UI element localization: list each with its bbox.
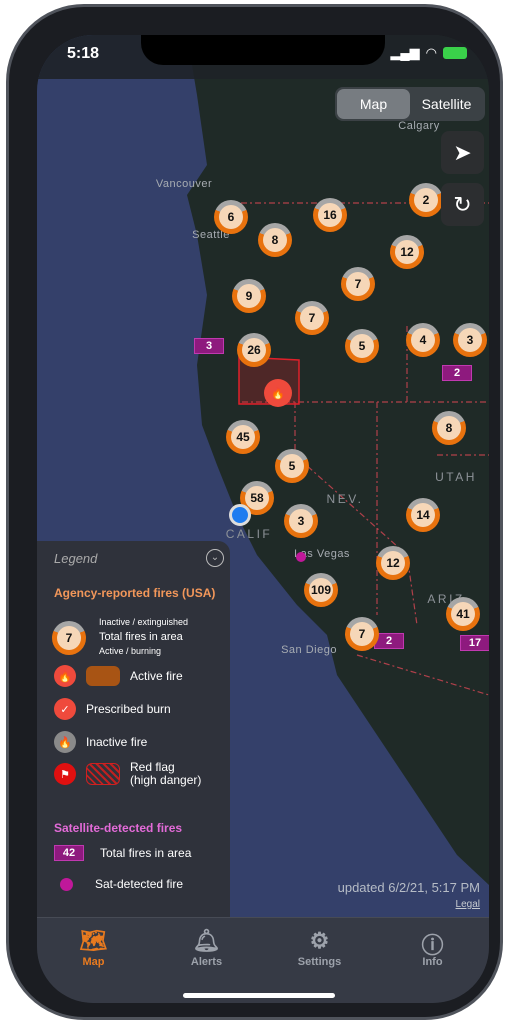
clock: 5:18 xyxy=(67,45,100,62)
sat-cluster[interactable]: 17 xyxy=(460,635,489,651)
tab-map[interactable]: 🗺 Map xyxy=(37,918,150,1003)
fire-cluster[interactable]: 26 xyxy=(237,333,271,367)
active-fire-pin[interactable]: 🔥 xyxy=(264,379,292,407)
prescribed-label: Prescribed burn xyxy=(86,702,171,716)
fire-cluster[interactable]: 7 xyxy=(341,267,375,301)
tab-settings[interactable]: ⚙ Settings xyxy=(263,918,376,1003)
legend-title: Legend xyxy=(54,551,98,566)
fire-cluster[interactable]: 5 xyxy=(275,449,309,483)
sat-heading: Satellite-detected fires xyxy=(54,821,183,835)
tab-alerts[interactable]: 🔔︎ Alerts xyxy=(150,918,263,1003)
map-label: San Diego xyxy=(281,644,337,656)
total-label: Total fires in area xyxy=(99,631,183,643)
shield-check-icon: ✓ xyxy=(54,698,76,720)
map-label: UTAH xyxy=(435,470,477,484)
fire-cluster[interactable]: 41 xyxy=(446,597,480,631)
fire-cluster[interactable]: 109 xyxy=(304,573,338,607)
fire-cluster[interactable]: 3 xyxy=(284,504,318,538)
sat-cluster[interactable]: 2 xyxy=(442,365,472,381)
inactive-fire-label: Inactive fire xyxy=(86,735,148,749)
fire-cluster[interactable]: 3 xyxy=(453,323,487,357)
home-indicator xyxy=(183,993,335,998)
fire-cluster[interactable]: 14 xyxy=(406,498,440,532)
phone-frame: Calgary Vancouver Seattle NEV. UTAH CALIF Las … xyxy=(6,4,503,1020)
battery-icon xyxy=(443,47,467,59)
sat-fire-dot[interactable] xyxy=(296,552,306,562)
sat-cluster-icon: 42 xyxy=(54,845,84,861)
location-arrow-icon[interactable]: ➤ xyxy=(441,131,484,174)
fire-cluster[interactable]: 6 xyxy=(214,200,248,234)
legend-cluster-icon: 7 xyxy=(52,621,86,655)
status-bar: 5:18 ▂▄▆ ◠ xyxy=(37,35,489,79)
inactive-label: Inactive / extinguished xyxy=(99,617,189,627)
gear-icon: ⚙ xyxy=(309,928,330,953)
fire-cluster[interactable]: 2 xyxy=(409,183,443,217)
active-label: Active / burning xyxy=(99,646,162,656)
sat-cluster[interactable]: 3 xyxy=(194,338,224,354)
map-label: CALIF xyxy=(225,527,273,541)
user-location-dot xyxy=(229,504,251,526)
satellite-option[interactable]: Satellite xyxy=(410,89,483,119)
agency-heading: Agency-reported fires (USA) xyxy=(54,586,216,600)
tab-info[interactable]: ⓘ Info xyxy=(376,918,489,1003)
fire-cluster[interactable]: 45 xyxy=(226,420,260,454)
sat-total-label: Total fires in area xyxy=(100,846,192,860)
updated-timestamp: updated 6/2/21, 5:17 PM Legal xyxy=(337,880,480,910)
red-flag-sub: (high danger) xyxy=(130,773,202,787)
map-icon: 🗺 xyxy=(79,928,108,953)
red-flag-area-icon xyxy=(86,763,120,785)
screen: Calgary Vancouver Seattle NEV. UTAH CALIF Las … xyxy=(37,35,489,1003)
red-flag-label: Red flag xyxy=(130,760,175,774)
fire-cluster[interactable]: 5 xyxy=(345,329,379,363)
notch xyxy=(141,35,385,65)
inactive-fire-icon: 🔥 xyxy=(54,731,76,753)
legend-panel: Legend ⌄ Agency-reported fires (USA) 7 I… xyxy=(37,541,230,917)
fire-cluster[interactable]: 7 xyxy=(345,617,379,651)
flag-icon: ⚑ xyxy=(54,763,76,785)
fire-cluster[interactable]: 7 xyxy=(295,301,329,335)
map-label: NEV. xyxy=(326,492,364,506)
fire-cluster[interactable]: 9 xyxy=(232,279,266,313)
fire-cluster[interactable]: 16 xyxy=(313,198,347,232)
active-fire-label: Active fire xyxy=(130,669,183,683)
fire-cluster[interactable]: 12 xyxy=(376,546,410,580)
signal-icon: ▂▄▆ xyxy=(390,45,420,60)
refresh-icon[interactable]: ↻ xyxy=(441,183,484,226)
map-label: Vancouver xyxy=(155,178,213,190)
fire-cluster[interactable]: 8 xyxy=(432,411,466,445)
info-icon: ⓘ xyxy=(421,933,444,958)
collapse-chevron-icon[interactable]: ⌄ xyxy=(206,549,224,567)
fire-cluster[interactable]: 4 xyxy=(406,323,440,357)
legal-link[interactable]: Legal xyxy=(338,899,480,910)
tab-bar: 🗺 Map 🔔︎ Alerts ⚙ Settings ⓘ Info xyxy=(37,917,489,1003)
active-area-icon xyxy=(86,666,120,686)
map-label: Calgary xyxy=(398,120,440,132)
fire-cluster[interactable]: 8 xyxy=(258,223,292,257)
sat-fire-label: Sat-detected fire xyxy=(95,877,184,891)
map-type-toggle[interactable]: Map Satellite xyxy=(335,87,485,121)
sat-dot-icon xyxy=(60,877,73,891)
active-fire-icon: 🔥 xyxy=(54,665,76,687)
bell-icon: 🔔︎ xyxy=(192,928,221,953)
wifi-icon: ◠ xyxy=(425,45,437,60)
fire-cluster[interactable]: 12 xyxy=(390,235,424,269)
map-option[interactable]: Map xyxy=(337,89,410,119)
map-view[interactable]: Calgary Vancouver Seattle NEV. UTAH CALIF Las … xyxy=(37,35,489,917)
